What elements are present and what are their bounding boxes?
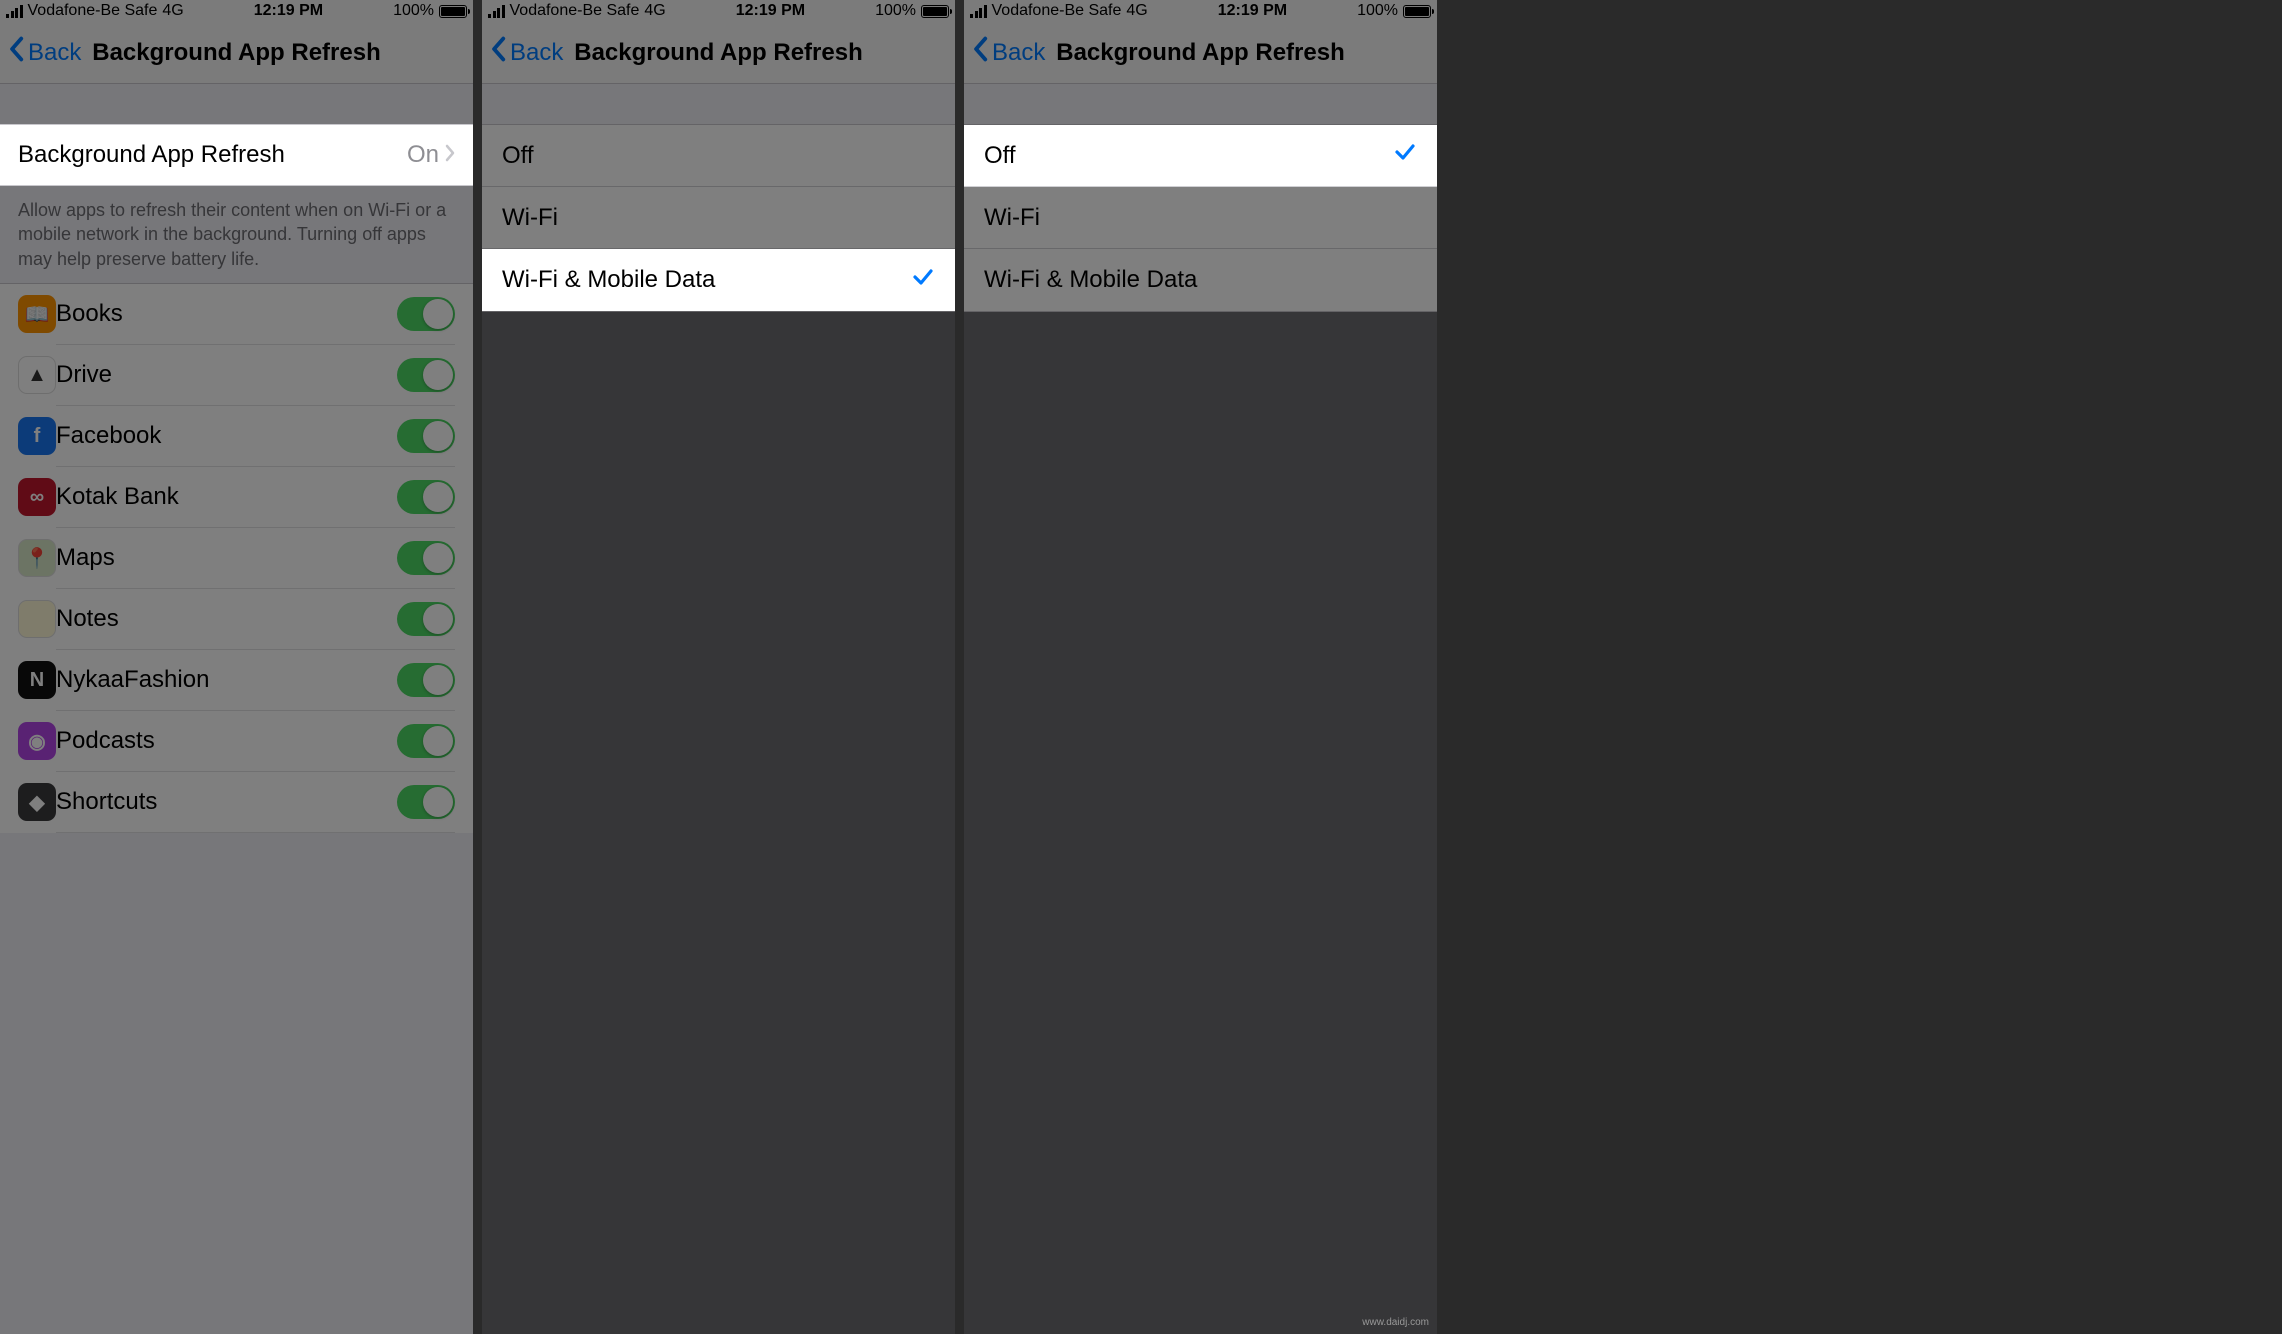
refresh-option[interactable]: Wi-Fi & Mobile Data bbox=[964, 249, 1437, 311]
app-toggle[interactable] bbox=[397, 663, 455, 697]
app-row: ▲Drive bbox=[0, 345, 473, 406]
app-icon: ◉ bbox=[18, 722, 56, 760]
refresh-options: Off Wi-Fi Wi-Fi & Mobile Data bbox=[482, 124, 955, 312]
option-label: Off bbox=[984, 142, 1393, 170]
master-toggle-row[interactable]: Background App Refresh On bbox=[0, 124, 473, 186]
carrier-label: Vodafone-Be Safe bbox=[28, 2, 158, 20]
refresh-option[interactable]: Wi-Fi bbox=[482, 187, 955, 249]
section-footer: Allow apps to refresh their content when… bbox=[0, 186, 473, 283]
app-row: ◆Shortcuts bbox=[0, 772, 473, 833]
app-toggle[interactable] bbox=[397, 724, 455, 758]
app-toggle[interactable] bbox=[397, 602, 455, 636]
back-button[interactable]: Back bbox=[964, 36, 1045, 69]
app-name: Shortcuts bbox=[56, 788, 379, 816]
battery-icon bbox=[921, 5, 949, 18]
app-name: Drive bbox=[56, 361, 379, 389]
network-label: 4G bbox=[162, 2, 183, 20]
watermark: www.daidj.com bbox=[1362, 1317, 1429, 1328]
panel-2: Vodafone-Be Safe 4G 12:19 PM 100% Back B… bbox=[482, 0, 955, 1334]
master-row-value: On bbox=[407, 141, 439, 169]
app-name: Notes bbox=[56, 605, 379, 633]
nav-bar: Back Background App Refresh bbox=[964, 22, 1437, 84]
app-row: NNykaaFashion bbox=[0, 650, 473, 711]
chevron-left-icon bbox=[490, 36, 506, 69]
signal-icon bbox=[6, 5, 23, 18]
clock: 12:19 PM bbox=[736, 2, 805, 20]
network-label: 4G bbox=[1126, 2, 1147, 20]
app-name: NykaaFashion bbox=[56, 666, 379, 694]
option-label: Wi-Fi & Mobile Data bbox=[984, 266, 1417, 294]
refresh-options: Off Wi-Fi Wi-Fi & Mobile Data bbox=[964, 124, 1437, 312]
app-icon: ∞ bbox=[18, 478, 56, 516]
chevron-left-icon bbox=[972, 36, 988, 69]
app-row: Notes bbox=[0, 589, 473, 650]
battery-pct: 100% bbox=[393, 2, 434, 20]
panel-3: Vodafone-Be Safe 4G 12:19 PM 100% Back B… bbox=[964, 0, 1437, 1334]
app-list: 📖Books▲DrivefFacebook∞Kotak Bank📍MapsNot… bbox=[0, 283, 473, 833]
app-name: Podcasts bbox=[56, 727, 379, 755]
chevron-right-icon bbox=[445, 141, 455, 169]
refresh-option[interactable]: Wi-Fi & Mobile Data bbox=[482, 249, 955, 311]
app-name: Facebook bbox=[56, 422, 379, 450]
back-button[interactable]: Back bbox=[482, 36, 563, 69]
refresh-option[interactable]: Off bbox=[482, 125, 955, 187]
app-name: Kotak Bank bbox=[56, 483, 379, 511]
option-label: Off bbox=[502, 142, 935, 170]
app-toggle[interactable] bbox=[397, 419, 455, 453]
status-bar: Vodafone-Be Safe 4G 12:19 PM 100% bbox=[482, 0, 955, 22]
chevron-left-icon bbox=[8, 36, 24, 69]
app-row: fFacebook bbox=[0, 406, 473, 467]
battery-icon bbox=[1403, 5, 1431, 18]
status-bar: Vodafone-Be Safe 4G 12:19 PM 100% bbox=[0, 0, 473, 22]
app-icon: ▲ bbox=[18, 356, 56, 394]
network-label: 4G bbox=[644, 2, 665, 20]
back-button[interactable]: Back bbox=[0, 36, 81, 69]
master-row-label: Background App Refresh bbox=[18, 141, 407, 169]
app-icon bbox=[18, 600, 56, 638]
carrier-label: Vodafone-Be Safe bbox=[992, 2, 1122, 20]
back-label: Back bbox=[992, 39, 1045, 67]
refresh-option[interactable]: Off bbox=[964, 125, 1437, 187]
refresh-option[interactable]: Wi-Fi bbox=[964, 187, 1437, 249]
app-toggle[interactable] bbox=[397, 480, 455, 514]
app-name: Books bbox=[56, 300, 379, 328]
app-icon: 📍 bbox=[18, 539, 56, 577]
panel-1: Vodafone-Be Safe 4G 12:19 PM 100% Back B… bbox=[0, 0, 473, 1334]
battery-pct: 100% bbox=[875, 2, 916, 20]
app-row: 📖Books bbox=[0, 284, 473, 345]
app-icon: 📖 bbox=[18, 295, 56, 333]
option-label: Wi-Fi bbox=[984, 204, 1417, 232]
app-icon: f bbox=[18, 417, 56, 455]
signal-icon bbox=[970, 5, 987, 18]
checkmark-icon bbox=[1393, 140, 1417, 171]
status-bar: Vodafone-Be Safe 4G 12:19 PM 100% bbox=[964, 0, 1437, 22]
app-row: ◉Podcasts bbox=[0, 711, 473, 772]
nav-bar: Back Background App Refresh bbox=[0, 22, 473, 84]
option-label: Wi-Fi bbox=[502, 204, 935, 232]
app-row: 📍Maps bbox=[0, 528, 473, 589]
app-toggle[interactable] bbox=[397, 358, 455, 392]
checkmark-icon bbox=[911, 265, 935, 296]
back-label: Back bbox=[510, 39, 563, 67]
app-icon: ◆ bbox=[18, 783, 56, 821]
app-name: Maps bbox=[56, 544, 379, 572]
app-toggle[interactable] bbox=[397, 785, 455, 819]
option-label: Wi-Fi & Mobile Data bbox=[502, 266, 911, 294]
battery-pct: 100% bbox=[1357, 2, 1398, 20]
app-row: ∞Kotak Bank bbox=[0, 467, 473, 528]
app-toggle[interactable] bbox=[397, 541, 455, 575]
battery-icon bbox=[439, 5, 467, 18]
nav-bar: Back Background App Refresh bbox=[482, 22, 955, 84]
carrier-label: Vodafone-Be Safe bbox=[510, 2, 640, 20]
app-toggle[interactable] bbox=[397, 297, 455, 331]
signal-icon bbox=[488, 5, 505, 18]
app-icon: N bbox=[18, 661, 56, 699]
clock: 12:19 PM bbox=[254, 2, 323, 20]
back-label: Back bbox=[28, 39, 81, 67]
clock: 12:19 PM bbox=[1218, 2, 1287, 20]
